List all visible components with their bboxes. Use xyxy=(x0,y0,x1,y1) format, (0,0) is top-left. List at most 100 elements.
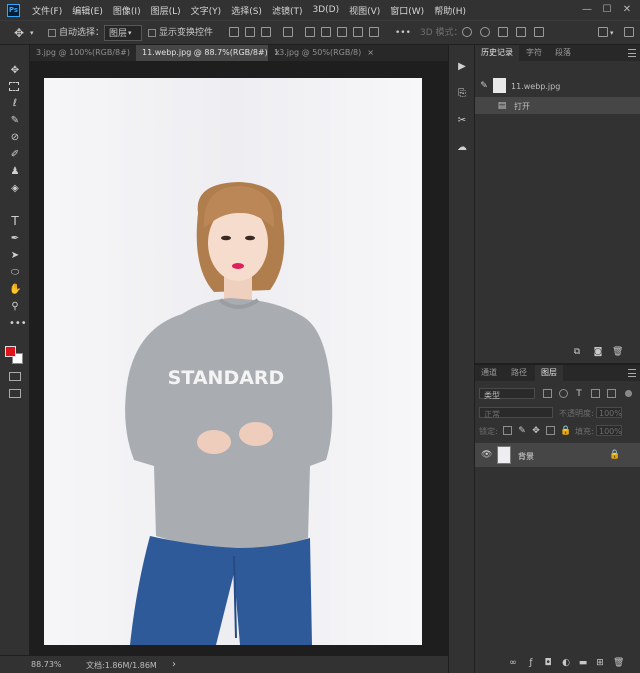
foreground-color-front[interactable] xyxy=(5,346,16,357)
distribute-icon[interactable] xyxy=(337,27,347,37)
layer-name[interactable]: 背景 xyxy=(518,451,534,462)
menu-view[interactable]: 视图(V) xyxy=(349,4,380,17)
eyedropper-icon[interactable]: ⊘ xyxy=(9,132,21,144)
quick-mask-icon[interactable] xyxy=(9,372,21,381)
3d-slide-icon[interactable] xyxy=(516,27,526,37)
move-icon[interactable]: ✥ xyxy=(14,25,24,41)
tab-layers[interactable]: 图层 xyxy=(535,365,563,381)
tab-3jpg[interactable]: 3.jpg @ 100%(RGB/8#)× xyxy=(30,45,143,61)
close-button[interactable]: ✕ xyxy=(620,3,634,17)
menu-file[interactable]: 文件(F) xyxy=(32,4,62,17)
tools-icon[interactable]: ✂ xyxy=(456,115,468,127)
more-options-button[interactable]: ••• xyxy=(395,25,411,41)
menu-type[interactable]: 文字(Y) xyxy=(191,4,222,17)
play-icon[interactable]: ▶ xyxy=(456,61,468,73)
align-left-icon[interactable] xyxy=(229,27,239,37)
menu-image[interactable]: 图像(I) xyxy=(113,4,141,17)
3d-scale-icon[interactable] xyxy=(534,27,544,37)
brush-icon[interactable]: ✐ xyxy=(9,149,21,161)
lasso-icon[interactable]: ℓ xyxy=(9,98,21,110)
snapshot-name[interactable]: 11.webp.jpg xyxy=(511,82,560,91)
maximize-button[interactable]: ☐ xyxy=(600,3,614,17)
lock-move-icon[interactable]: ✥ xyxy=(531,426,541,436)
tab-paragraph[interactable]: 段落 xyxy=(549,45,577,61)
eraser-icon[interactable]: ◈ xyxy=(9,183,21,195)
add-mask-icon[interactable]: ◘ xyxy=(543,658,553,668)
align-middle-icon[interactable] xyxy=(305,27,315,37)
new-group-icon[interactable]: ▬ xyxy=(578,658,588,668)
path-select-icon[interactable]: ➤ xyxy=(9,250,21,262)
zoom-level[interactable]: 88.73% xyxy=(31,660,62,669)
show-transform-checkbox[interactable]: 显示变换控件 xyxy=(148,25,213,41)
blend-mode-dropdown[interactable]: 正常 xyxy=(479,407,553,419)
auto-select-dropdown[interactable]: 图层 xyxy=(104,25,143,41)
tab-channels[interactable]: 通道 xyxy=(475,365,503,381)
history-step[interactable]: ▤ 打开 xyxy=(475,97,640,114)
history-icon[interactable]: ⎘ xyxy=(456,88,468,100)
zoom-icon[interactable]: ⚲ xyxy=(9,301,21,313)
filter-smart-icon[interactable] xyxy=(607,389,616,398)
align-right-icon[interactable] xyxy=(261,27,271,37)
align-center-icon[interactable] xyxy=(245,27,255,37)
marquee-icon[interactable] xyxy=(9,82,19,91)
tab-11webp[interactable]: 11.webp.jpg @ 88.7%(RGB/8#) × xyxy=(136,45,280,61)
status-arrow-icon[interactable]: › xyxy=(172,659,176,670)
menu-edit[interactable]: 编辑(E) xyxy=(72,4,103,17)
filter-adjustment-icon[interactable] xyxy=(559,389,568,398)
trash-icon[interactable]: 🗑 xyxy=(613,658,624,668)
ellipse-icon[interactable]: ⬭ xyxy=(9,267,21,279)
menu-help[interactable]: 帮助(H) xyxy=(434,4,466,17)
layer-row[interactable]: 👁 背景 🔒 xyxy=(475,443,640,467)
distribute-v-icon[interactable] xyxy=(353,27,363,37)
filter-toggle-icon[interactable] xyxy=(625,390,632,397)
lock-all-icon[interactable]: 🔒 xyxy=(560,426,571,436)
align-bottom-icon[interactable] xyxy=(321,27,331,37)
filter-shape-icon[interactable] xyxy=(591,389,600,398)
align-top-icon[interactable] xyxy=(283,27,293,37)
share-icon[interactable] xyxy=(624,27,634,37)
cc-libraries-icon[interactable]: ☁ xyxy=(456,142,468,154)
panel-menu-icon[interactable] xyxy=(628,369,636,377)
lock-transparent-icon[interactable] xyxy=(503,426,512,435)
tab-close-icon[interactable]: × xyxy=(367,48,374,57)
pen-icon[interactable]: ✒ xyxy=(9,233,21,245)
screen-mode-icon[interactable] xyxy=(9,389,21,398)
panel-menu-icon[interactable] xyxy=(628,49,636,57)
3d-roll-icon[interactable] xyxy=(480,27,490,37)
eye-icon[interactable]: 👁 xyxy=(481,450,492,460)
link-layers-icon[interactable]: ∞ xyxy=(508,658,518,668)
tab-paths[interactable]: 路径 xyxy=(505,365,533,381)
document-canvas[interactable]: STANDARD xyxy=(44,78,422,645)
filter-type-icon[interactable]: T xyxy=(574,389,584,399)
more-tools-icon[interactable]: ••• xyxy=(9,318,27,330)
new-document-from-state-icon[interactable]: ⧉ xyxy=(572,347,582,357)
adjustment-layer-icon[interactable]: ◐ xyxy=(561,658,571,668)
distribute-h-icon[interactable] xyxy=(369,27,379,37)
workspace-icon[interactable] xyxy=(598,27,608,37)
stamp-icon[interactable]: ♟ xyxy=(9,166,21,178)
tool-preset-chevron-icon[interactable]: ▾ xyxy=(30,25,34,41)
fill-input[interactable]: 100% xyxy=(596,425,622,436)
camera-icon[interactable]: ◙ xyxy=(593,347,603,357)
menu-select[interactable]: 选择(S) xyxy=(231,4,262,17)
fx-icon[interactable]: ƒ xyxy=(526,658,536,668)
new-layer-icon[interactable]: ⊞ xyxy=(595,658,605,668)
tab-history[interactable]: 历史记录 xyxy=(475,45,519,61)
lock-paint-icon[interactable]: ✎ xyxy=(517,426,527,436)
type-icon[interactable]: T xyxy=(9,215,21,227)
auto-select-checkbox[interactable]: 自动选择： xyxy=(48,25,104,41)
tab-character[interactable]: 字符 xyxy=(520,45,548,61)
menu-window[interactable]: 窗口(W) xyxy=(390,4,424,17)
move-tool-icon[interactable]: ✥ xyxy=(9,65,21,77)
layer-filter-dropdown[interactable]: 类型 xyxy=(479,388,535,400)
3d-pan-icon[interactable] xyxy=(498,27,508,37)
menu-3d[interactable]: 3D(D) xyxy=(312,5,339,15)
quick-select-icon[interactable]: ✎ xyxy=(9,115,21,127)
menu-layer[interactable]: 图层(L) xyxy=(151,4,181,17)
minimize-button[interactable]: — xyxy=(580,3,594,17)
tab-13jpg[interactable]: 13.jpg @ 50%(RGB/8) × xyxy=(268,45,374,61)
trash-icon[interactable]: 🗑 xyxy=(612,347,623,357)
menu-filter[interactable]: 滤镜(T) xyxy=(272,4,303,17)
opacity-input[interactable]: 100% xyxy=(596,407,622,418)
lock-artboard-icon[interactable] xyxy=(546,426,555,435)
